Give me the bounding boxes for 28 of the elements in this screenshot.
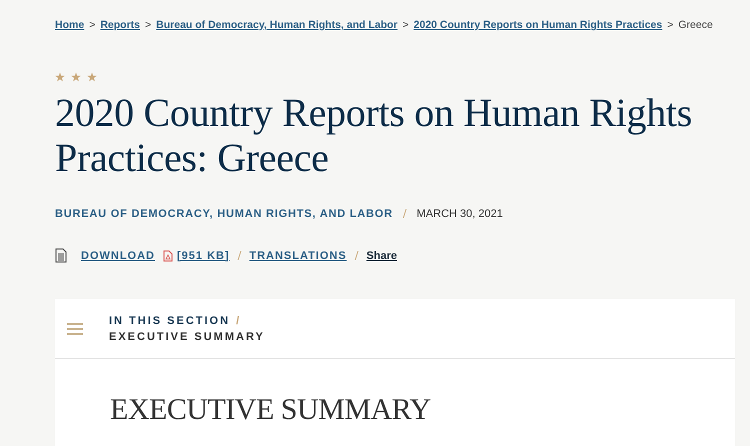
- star-icon: [55, 72, 65, 82]
- action-separator: /: [354, 249, 358, 262]
- publish-date: MARCH 30, 2021: [416, 208, 503, 220]
- meta-separator: /: [402, 207, 407, 220]
- star-icon: [71, 72, 81, 82]
- breadcrumb-separator: >: [667, 19, 674, 31]
- translations-link[interactable]: TRANSLATIONS: [249, 250, 347, 262]
- breadcrumb-link[interactable]: Reports: [100, 19, 140, 31]
- breadcrumb-link[interactable]: Home: [55, 19, 84, 31]
- section-separator: /: [236, 314, 242, 326]
- breadcrumb-link[interactable]: Bureau of Democracy, Human Rights, and Labor: [156, 19, 398, 31]
- section-heading: EXECUTIVE SUMMARY: [110, 393, 432, 427]
- bureau-name: BUREAU OF DEMOCRACY, HUMAN RIGHTS, AND LABOR: [55, 208, 393, 220]
- section-label: IN THIS SECTION: [109, 314, 230, 326]
- star-icon: [87, 72, 97, 82]
- current-section: EXECUTIVE SUMMARY: [109, 330, 265, 342]
- action-separator: /: [238, 249, 242, 262]
- breadcrumb-link[interactable]: 2020 Country Reports on Human Rights Practices: [414, 19, 662, 31]
- breadcrumb-current: Greece: [678, 19, 713, 31]
- breadcrumb-separator: >: [145, 19, 152, 31]
- pdf-icon: [163, 250, 173, 262]
- download-link[interactable]: DOWNLOAD: [81, 250, 155, 262]
- page-title: 2020 Country Reports on Human Rights Practices: Greece: [55, 90, 693, 180]
- breadcrumb-separator: >: [402, 19, 409, 31]
- file-size-link[interactable]: [951 KB]: [177, 250, 230, 262]
- share-link[interactable]: Share: [366, 250, 397, 262]
- document-icon: [55, 248, 67, 263]
- breadcrumb-separator: >: [89, 19, 96, 31]
